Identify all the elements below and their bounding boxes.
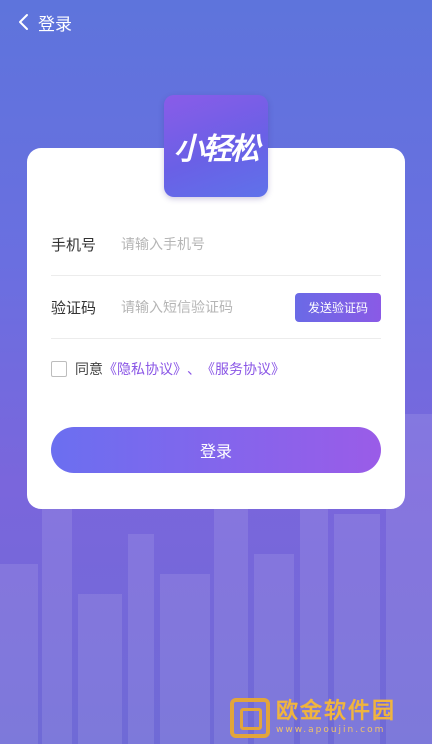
watermark-text: 欧金软件园 xyxy=(276,699,397,724)
top-bar: 登录 xyxy=(0,0,432,44)
back-button[interactable]: 登录 xyxy=(14,10,72,35)
watermark: 欧金软件园 www.apoujin.com xyxy=(230,696,426,740)
service-link[interactable]: 《服务协议》 xyxy=(201,359,285,379)
agreement-row: 同意 《隐私协议》 、 《服务协议》 xyxy=(51,358,285,380)
watermark-logo-icon xyxy=(230,698,270,738)
phone-input[interactable] xyxy=(121,236,381,253)
page-title: 登录 xyxy=(38,14,72,35)
app-logo: 小轻松 xyxy=(164,95,268,197)
code-label: 验证码 xyxy=(51,299,97,317)
code-row: 验证码 发送验证码 xyxy=(51,277,381,339)
privacy-link[interactable]: 《隐私协议》 xyxy=(103,359,187,379)
app-logo-text: 小轻松 xyxy=(174,132,260,167)
phone-row: 手机号 xyxy=(51,214,381,276)
agree-checkbox[interactable] xyxy=(51,361,67,377)
phone-label: 手机号 xyxy=(51,236,97,254)
agree-prefix: 同意 xyxy=(75,362,103,378)
send-code-button[interactable]: 发送验证码 xyxy=(295,293,381,322)
login-card: 手机号 验证码 发送验证码 同意 《隐私协议》 、 《服务协议》 登录 xyxy=(27,148,405,509)
agreement-separator: 、 xyxy=(187,362,201,378)
chevron-left-icon xyxy=(14,12,34,32)
login-button[interactable]: 登录 xyxy=(51,427,381,473)
code-input[interactable] xyxy=(121,299,295,316)
watermark-url: www.apoujin.com xyxy=(276,725,386,735)
